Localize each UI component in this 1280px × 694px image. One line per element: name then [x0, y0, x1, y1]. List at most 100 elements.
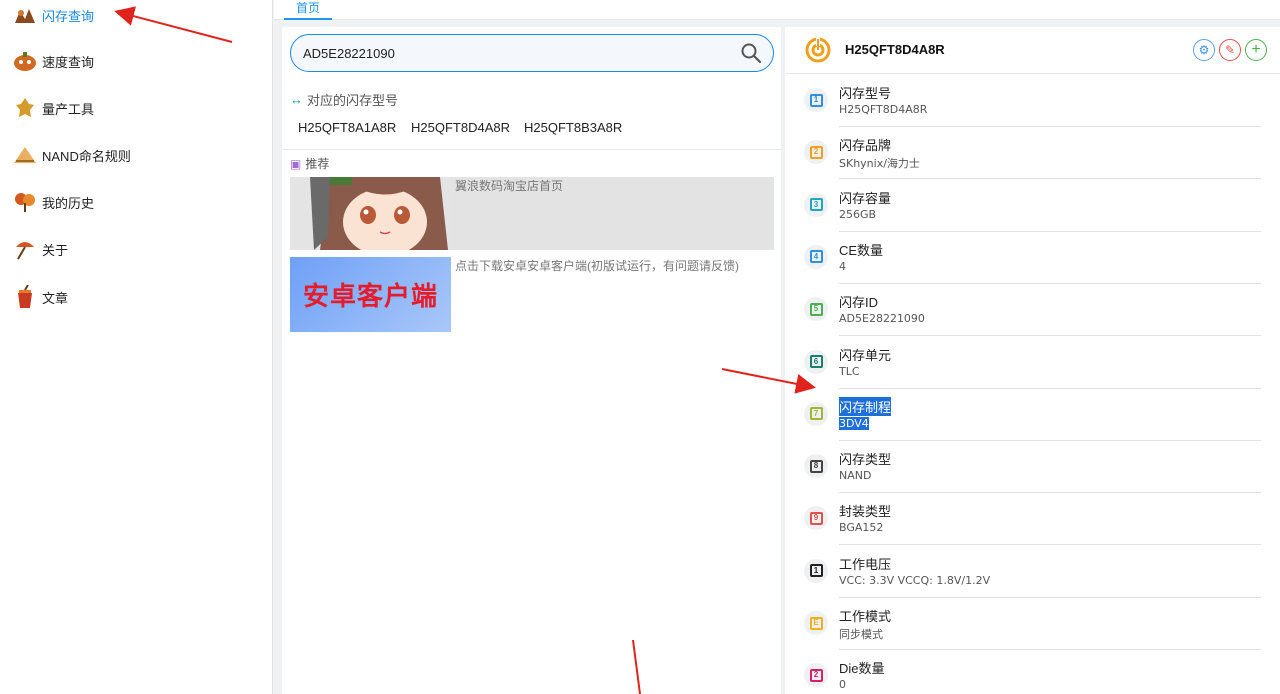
sidebar-item-flash-query[interactable]: 闪存查询	[12, 0, 94, 30]
related-model-chip[interactable]: H25QFT8B3A8R	[524, 120, 622, 135]
property-value: 0	[839, 678, 846, 692]
banner-text: 安卓客户端	[302, 282, 438, 312]
property-value: BGA152	[839, 521, 884, 535]
property-row: 3 闪存容量 256GB	[785, 180, 1280, 232]
property-label: 闪存单元	[839, 347, 892, 363]
recommend-heading: ▣ 推荐	[290, 155, 329, 172]
property-value: 256GB	[839, 207, 877, 221]
sidebar-item-label: 文章	[42, 290, 69, 306]
property-value: AD5E28221090	[839, 312, 925, 326]
number-badge-icon: 1	[804, 558, 828, 583]
number-badge-icon: 2	[804, 140, 828, 165]
related-model-chip[interactable]: H25QFT8A1A8R	[298, 120, 396, 135]
settings-button[interactable]: ⚙	[1193, 39, 1215, 61]
pencil-icon: ✎	[1224, 43, 1236, 57]
sidebar-item-label: 关于	[42, 242, 69, 258]
history-icon	[12, 190, 38, 214]
number-badge-icon: 1	[804, 88, 828, 112]
property-row: 4 CE数量 4	[785, 232, 1280, 284]
plus-icon: +	[1251, 41, 1261, 58]
add-button[interactable]: +	[1245, 39, 1267, 61]
production-tool-icon	[12, 96, 38, 120]
brand-logo-icon	[805, 37, 831, 63]
recommend-card[interactable]: 安卓客户端 点击下载安卓安卓客户端(初版试运行，有问题请反馈)	[290, 257, 774, 332]
number-badge-icon: 9	[804, 506, 828, 531]
property-label: 闪存型号	[839, 86, 892, 101]
sidebar-item-history[interactable]: 我的历史	[12, 187, 94, 217]
gift-icon: ▣	[290, 156, 302, 171]
tab-bar: 首页	[274, 0, 1280, 20]
property-label: 闪存ID	[839, 295, 879, 311]
property-value: 3DV4	[839, 416, 869, 430]
property-row: 1 工作电压 VCC: 3.3V VCCQ: 1.8V/1.2V	[785, 546, 1280, 598]
property-label: 闪存容量	[839, 190, 892, 206]
property-label: 闪存制程	[839, 396, 892, 416]
sidebar-item-label: 闪存查询	[42, 8, 95, 24]
naming-rule-icon	[12, 143, 38, 167]
speed-query-icon	[12, 49, 38, 73]
number-badge-icon: 5	[804, 297, 828, 322]
property-value: SKhynix/海力士	[839, 157, 920, 171]
gear-icon: ⚙	[1198, 43, 1210, 57]
property-label: 封装类型	[839, 504, 892, 520]
number-badge-icon: 8	[804, 454, 828, 479]
recommend-text: 翼浪数码淘宝店首页	[455, 179, 564, 193]
search-box	[290, 34, 774, 72]
sidebar-item-article[interactable]: 文章	[12, 282, 68, 312]
number-badge-icon: E	[804, 611, 828, 635]
number-badge-icon: 7	[804, 401, 828, 426]
property-value: TLC	[839, 364, 860, 378]
related-model-chip[interactable]: H25QFT8D4A8R	[411, 120, 510, 135]
number-badge-icon: 6	[804, 349, 828, 374]
sidebar-item-about[interactable]: 关于	[12, 234, 68, 264]
property-row: 8 闪存类型 NAND	[785, 441, 1280, 494]
property-row: 2 闪存品牌 SKhynix/海力士	[785, 127, 1280, 180]
number-badge-icon: 3	[804, 192, 828, 217]
property-label: Die数量	[839, 661, 885, 677]
property-label: 工作电压	[839, 556, 892, 572]
sidebar-item-label: 速度查询	[42, 54, 95, 70]
flash-query-icon	[12, 3, 38, 27]
search-input[interactable]	[303, 35, 723, 71]
sidebar-item-label: 我的历史	[42, 195, 95, 211]
about-icon	[12, 237, 38, 261]
property-value: 同步模式	[839, 628, 883, 641]
property-row: 9 封装类型 BGA152	[785, 493, 1280, 546]
detail-header: H25QFT8D4A8R ⚙ ✎ +	[785, 27, 1280, 74]
property-row: 7 闪存制程 3DV4	[785, 389, 1280, 441]
property-value: H25QFT8D4A8R	[839, 103, 928, 116]
android-client-banner: 安卓客户端	[290, 257, 451, 332]
recommend-title: 推荐	[305, 157, 330, 171]
related-models-heading: ↔ 对应的闪存型号	[290, 90, 398, 109]
edit-button[interactable]: ✎	[1219, 39, 1241, 61]
property-value: 4	[839, 259, 846, 273]
property-row: 5 闪存ID AD5E28221090	[785, 284, 1280, 337]
property-row: 6 闪存单元 TLC	[785, 337, 1280, 389]
recommend-card[interactable]: 翼浪数码淘宝店首页	[290, 177, 774, 250]
property-row: 1 闪存型号 H25QFT8D4A8R	[785, 75, 1280, 127]
property-row: E 工作模式同步模式	[785, 598, 1280, 650]
tab-home[interactable]: 首页	[284, 0, 333, 20]
property-row: 2 Die数量 0	[785, 650, 1280, 694]
divider	[282, 149, 781, 150]
property-value: VCC: 3.3V VCCQ: 1.8V/1.2V	[839, 573, 991, 587]
related-models-title: 对应的闪存型号	[307, 93, 399, 108]
property-label: 闪存品牌	[839, 138, 892, 154]
property-label: CE数量	[839, 242, 884, 258]
search-panel: ↔ 对应的闪存型号 H25QFT8A1A8R H25QFT8D4A8R H25Q…	[282, 27, 781, 694]
sidebar-item-naming-rule[interactable]: NAND命名规则	[12, 140, 131, 170]
property-label: 工作模式	[839, 609, 892, 624]
sidebar-item-speed-query[interactable]: 速度查询	[12, 46, 94, 76]
link-icon: ↔	[290, 92, 303, 107]
anime-girl-thumbnail	[290, 177, 451, 250]
recommend-text: 点击下载安卓安卓客户端(初版试运行，有问题请反馈)	[455, 259, 739, 273]
detail-title: H25QFT8D4A8R	[845, 42, 945, 57]
number-badge-icon: 2	[804, 663, 828, 688]
property-value: NAND	[839, 469, 872, 483]
article-icon	[12, 285, 38, 309]
property-label: 闪存类型	[839, 452, 892, 468]
sidebar-item-label: 量产工具	[42, 101, 95, 117]
search-icon[interactable]	[739, 41, 763, 65]
sidebar-item-production-tool[interactable]: 量产工具	[12, 93, 94, 123]
sidebar: 闪存查询 速度查询 量产工具 NAND命名规则 我的历史 关于 文章	[0, 0, 273, 694]
